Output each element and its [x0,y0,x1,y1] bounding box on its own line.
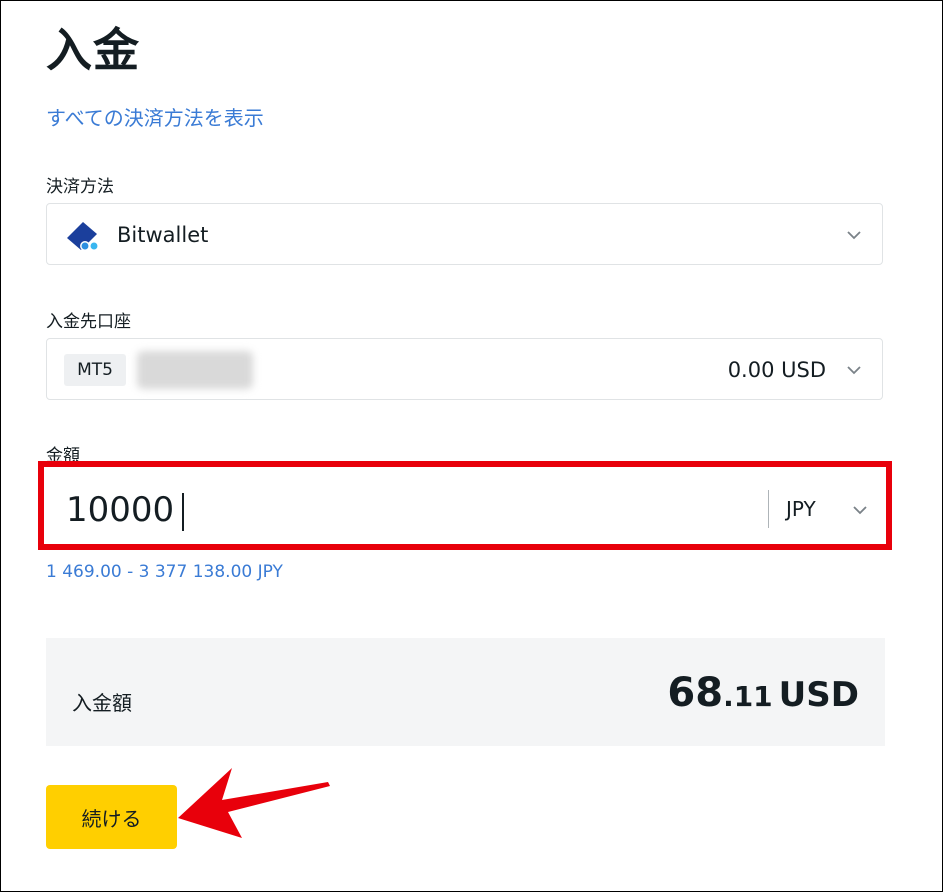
chevron-down-icon [853,506,867,515]
account-select[interactable]: MT5 0.00 USD [46,338,883,400]
currency-select[interactable]: JPY [786,495,876,525]
account-balance: 0.00 USD [727,358,826,382]
page-title: 入金 [46,23,140,77]
amount-input[interactable] [48,473,881,547]
screenshot-frame [0,0,943,892]
payment-method-name: Bitwallet [117,223,209,247]
text-caret [182,493,184,531]
chevron-down-icon [847,231,861,240]
redacted-account-number [137,351,253,389]
payment-method-select[interactable]: Bitwallet [46,203,883,265]
chevron-down-icon [847,366,861,375]
currency-divider [768,490,769,528]
platform-badge: MT5 [64,354,126,386]
summary-currency: USD [778,675,859,715]
account-label: 入金先口座 [46,312,131,332]
payment-method-label: 決済方法 [46,177,114,197]
deposit-summary: 入金額 68.11 USD [46,638,885,746]
summary-label: 入金額 [72,691,132,715]
currency-code: JPY [786,497,816,521]
show-all-payment-methods-link[interactable]: すべての決済方法を表示 [46,102,264,131]
continue-button[interactable]: 続ける [46,785,177,849]
amount-range-hint: 1 469.00 - 3 377 138.00 JPY [46,562,283,582]
summary-amount-decimal: .11 [723,680,773,713]
summary-amount: 68.11 USD [667,670,859,716]
bitwallet-logo-icon [67,222,99,251]
red-arrow-annotation [178,768,330,838]
summary-amount-integer: 68 [667,670,724,716]
